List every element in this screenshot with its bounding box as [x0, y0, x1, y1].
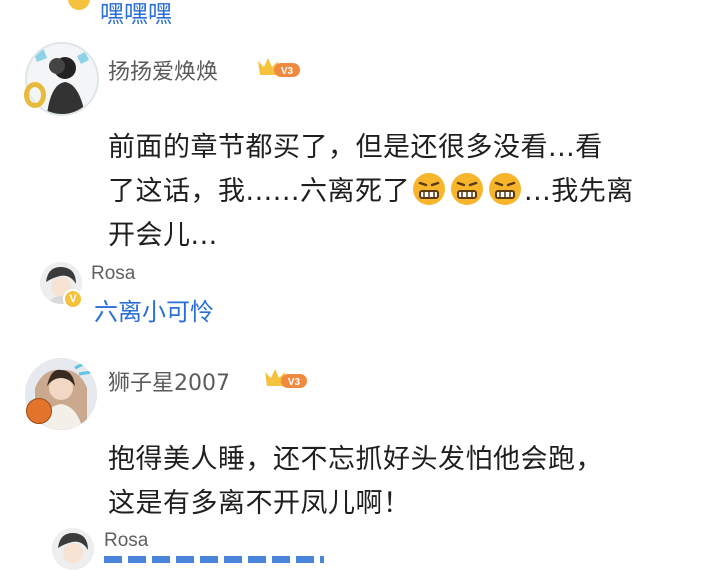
comment-body: 抱得美人睡，还不忘抓好头发怕他会跑， 这是有多离不开凤儿啊！: [108, 438, 708, 526]
comment-line: 了这话，我......六离死了 ...我先离: [108, 170, 708, 214]
level-badge: V3: [263, 366, 309, 394]
clipped-avatar-badge: [68, 0, 90, 10]
reply-avatar[interactable]: [52, 528, 94, 570]
reply-text: 六离小可怜: [94, 298, 214, 326]
comment-username[interactable]: 狮子星2007: [108, 365, 230, 397]
clipped-reply-text: [104, 556, 324, 563]
level-badge: V3: [256, 55, 302, 83]
level-badge-text: V3: [288, 377, 301, 388]
comment-line-part: 了这话，我......六离死了: [108, 176, 410, 207]
grimacing-emoji: [448, 173, 486, 207]
comment-line: 抱得美人睡，还不忘抓好头发怕他会跑，: [108, 444, 603, 475]
level-badge-text: V3: [281, 66, 294, 77]
verified-badge-icon: V: [63, 289, 83, 309]
comment-line: 这是有多离不开凤儿啊！: [108, 488, 411, 519]
reply-username[interactable]: Rosa: [91, 263, 135, 285]
basketball-icon: [26, 398, 52, 424]
comment-line: 开会儿...: [108, 220, 218, 251]
comment-line: 前面的章节都买了，但是还很多没看...看: [108, 132, 603, 163]
reply-username[interactable]: Rosa: [104, 530, 148, 552]
grimacing-emoji: [486, 173, 524, 207]
comment-body: 前面的章节都买了，但是还很多没看...看 了这话，我......六离死了 ...我…: [108, 126, 708, 258]
comment-username[interactable]: 扬扬爱焕焕: [108, 54, 218, 86]
grimacing-emoji: [410, 173, 448, 207]
top-reply-text: 嘿嘿嘿: [100, 0, 172, 28]
ring-icon: [24, 82, 46, 108]
comment-line-part: ...我先离: [524, 176, 634, 207]
